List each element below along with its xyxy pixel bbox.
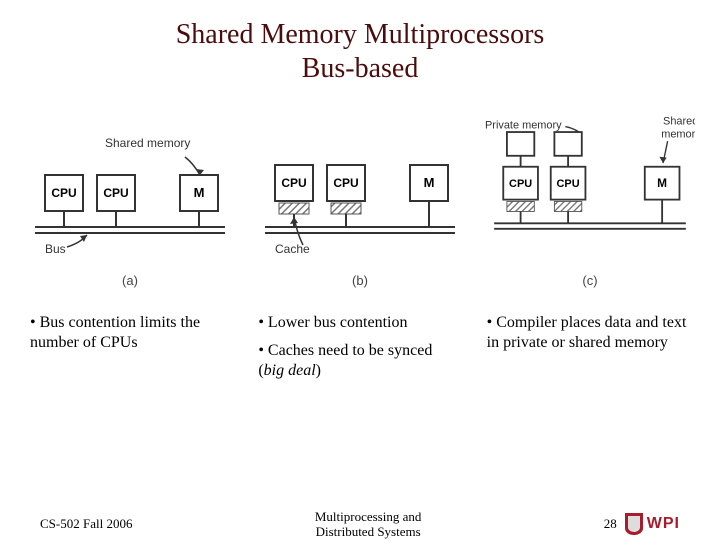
svg-text:CPU: CPU [333, 176, 358, 190]
memory-box: M [645, 167, 680, 200]
svg-text:CPU: CPU [509, 178, 532, 190]
caption-a: • Bus contention limits the number of CP… [30, 313, 233, 389]
subfigure-a: Shared memory CPU CPU M Bus ( [20, 105, 240, 288]
cache-box [554, 202, 581, 212]
subfigure-c: Private memory Shared memory CPU CPU M [480, 105, 700, 288]
private-mem-box [507, 132, 534, 156]
diagram-a-svg: Shared memory CPU CPU M Bus [25, 105, 235, 265]
diagram-c-svg: Private memory Shared memory CPU CPU M [485, 105, 695, 265]
wpi-text: WPI [647, 515, 680, 533]
slide-footer: CS-502 Fall 2006 Multiprocessing and Dis… [0, 509, 720, 540]
footer-right: 28 WPI [604, 513, 680, 535]
subfigure-b: CPU CPU M Cache (b) [250, 105, 470, 288]
memory-box: M [180, 175, 218, 211]
subfigure-c-label: (c) [582, 273, 597, 288]
caption-b: • Lower bus contention • Caches need to … [258, 313, 461, 389]
svg-text:memory: memory [661, 129, 695, 141]
svg-text:CPU: CPU [51, 186, 76, 200]
page-number: 28 [604, 516, 617, 532]
subfigure-a-label: (a) [122, 273, 138, 288]
footer-left: CS-502 Fall 2006 [40, 516, 132, 532]
svg-text:M: M [194, 185, 205, 200]
wpi-logo: WPI [625, 513, 680, 535]
svg-text:CPU: CPU [103, 186, 128, 200]
slide-title: Shared Memory Multiprocessors Bus-based [0, 18, 720, 85]
caption-c: • Compiler places data and text in priva… [487, 313, 690, 389]
title-line-1: Shared Memory Multiprocessors [176, 19, 545, 50]
caption-b-bullet-2: • Caches need to be synced (big deal) [258, 341, 461, 381]
private-memory-label: Private memory [485, 120, 562, 132]
caption-row: • Bus contention limits the number of CP… [0, 313, 720, 389]
cpu-box: CPU [45, 175, 83, 211]
footer-center: Multiprocessing and Distributed Systems [132, 509, 603, 540]
diagram-b-svg: CPU CPU M Cache [255, 105, 465, 265]
caption-c-bullet-1: • Compiler places data and text in priva… [487, 313, 690, 353]
shared-memory-label: Shared memory [105, 136, 190, 150]
cache-box [507, 202, 534, 212]
cpu-box: CPU [275, 165, 313, 201]
diagram-row: Shared memory CPU CPU M Bus ( [0, 105, 720, 288]
shared-memory-label: Shared [663, 116, 695, 128]
private-mem-box [554, 132, 581, 156]
caption-a-bullet-1: • Bus contention limits the number of CP… [30, 313, 233, 353]
svg-text:M: M [424, 175, 435, 190]
cpu-box: CPU [503, 167, 538, 200]
cpu-box: CPU [97, 175, 135, 211]
subfigure-b-label: (b) [352, 273, 368, 288]
caption-b-bullet-1: • Lower bus contention [258, 313, 461, 333]
cpu-box: CPU [551, 167, 586, 200]
title-line-2: Bus-based [302, 53, 419, 84]
cache-label: Cache [275, 242, 310, 256]
memory-box: M [410, 165, 448, 201]
svg-text:CPU: CPU [281, 176, 306, 190]
shield-icon [625, 513, 643, 535]
bus-label: Bus [45, 242, 66, 256]
cache-box [331, 203, 361, 214]
svg-text:M: M [657, 176, 667, 190]
cache-box [279, 203, 309, 214]
cpu-box: CPU [327, 165, 365, 201]
svg-text:CPU: CPU [557, 178, 580, 190]
